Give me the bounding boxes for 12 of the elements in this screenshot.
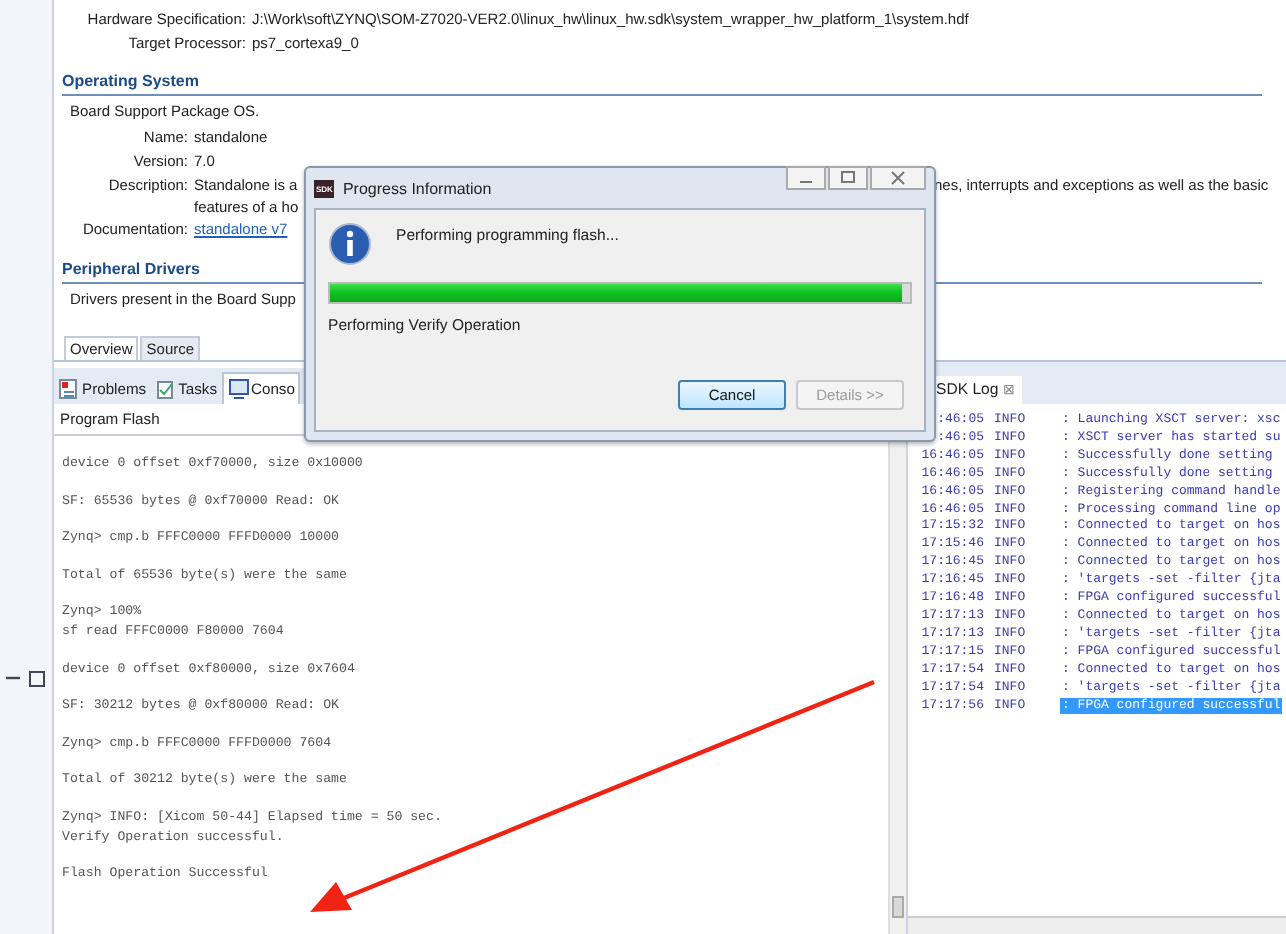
clipboard-icon (154, 378, 177, 400)
section-heading: Operating System (62, 72, 1262, 96)
restore-icon[interactable] (828, 166, 868, 190)
horizontal-scrollbar[interactable] (908, 916, 1286, 934)
vertical-scrollbar[interactable] (888, 436, 906, 934)
problems-icon (58, 378, 80, 400)
monitor-icon (227, 378, 249, 400)
close-icon[interactable] (870, 166, 926, 190)
info-icon (328, 222, 372, 266)
dialog-title: Progress Information (342, 179, 492, 197)
minimize-icon[interactable] (786, 166, 826, 190)
maximize-icon[interactable] (28, 670, 46, 688)
